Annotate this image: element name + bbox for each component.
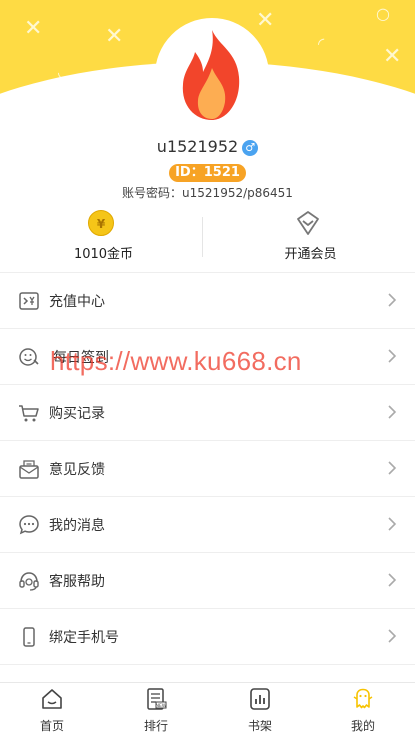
bookshelf-icon [250, 688, 270, 710]
vip-stat[interactable]: 开通会员 [207, 205, 414, 265]
menu-label: 绑定手机号 [49, 630, 119, 646]
tab-home[interactable]: 首页 [0, 683, 104, 736]
chevron-right-icon [388, 517, 397, 531]
message-icon [19, 515, 39, 535]
coin-icon: ¥ [88, 210, 114, 236]
home-icon [42, 689, 62, 709]
menu-label: 我的消息 [49, 518, 105, 534]
menu-item-bind-phone[interactable]: 绑定手机号 [0, 609, 415, 665]
headset-icon [19, 572, 39, 591]
chevron-right-icon [388, 573, 397, 587]
chevron-right-icon [388, 629, 397, 643]
bottom-tab-bar: 首页 NEW 排行 书架 我的 [0, 682, 415, 736]
coins-label: 1010金币 [73, 247, 134, 262]
chevron-right-icon [388, 461, 397, 475]
vip-label: 开通会员 [284, 247, 337, 262]
tab-label: 首页 [39, 719, 64, 733]
recharge-icon [19, 292, 39, 310]
mine-icon [353, 688, 373, 709]
account-password-text: 账号密码：u1521952/p86451 [122, 186, 293, 200]
menu-label: 购买记录 [49, 406, 105, 422]
feedback-icon [19, 460, 39, 479]
ranking-icon: NEW [147, 688, 167, 710]
tab-mine[interactable]: 我的 [311, 683, 415, 736]
menu-item-customer-service[interactable]: 客服帮助 [0, 553, 415, 609]
tab-label: 我的 [350, 719, 375, 733]
decor-x: ✕ [256, 8, 275, 33]
checkin-icon [19, 348, 39, 366]
username-row: u1521952 ♂ [0, 137, 415, 156]
flame-icon [159, 22, 265, 128]
user-id-badge: ID：1521 [169, 164, 246, 182]
menu-label: 意见反馈 [49, 462, 105, 478]
stats-row: ¥ 1010金币 开通会员 [0, 205, 415, 265]
menu-label: 充值中心 [49, 294, 105, 310]
diamond-icon [297, 211, 319, 235]
coins-stat[interactable]: ¥ 1010金币 [0, 205, 207, 265]
decor-x: ✕ [24, 16, 43, 41]
watermark-text: https://www.ku668.cn [50, 346, 302, 376]
svg-text:NEW: NEW [156, 703, 167, 709]
decor-arc: ◜ [318, 34, 325, 53]
menu-list: 充值中心 每日签到 购买记录 意见反馈 我的消息 客服帮助 绑定手机号 [0, 272, 415, 665]
phone-icon [23, 627, 35, 647]
tab-label: 排行 [143, 719, 168, 733]
tab-bookshelf[interactable]: 书架 [208, 683, 312, 736]
decor-dot: ○ [376, 4, 390, 23]
menu-item-messages[interactable]: 我的消息 [0, 497, 415, 553]
avatar[interactable] [155, 18, 269, 132]
cart-icon [19, 405, 39, 422]
decor-x: ✕ [383, 44, 402, 69]
menu-item-feedback[interactable]: 意见反馈 [0, 441, 415, 497]
decor-x: ✕ [105, 24, 124, 49]
chevron-right-icon [388, 293, 397, 307]
stats-divider [202, 217, 203, 257]
username: u1521952 [156, 137, 239, 156]
menu-item-recharge[interactable]: 充值中心 [0, 272, 415, 329]
chevron-right-icon [388, 349, 397, 363]
chevron-right-icon [388, 405, 397, 419]
tab-label: 书架 [247, 719, 272, 733]
menu-label: 客服帮助 [49, 574, 105, 590]
menu-item-purchase-history[interactable]: 购买记录 [0, 385, 415, 441]
tab-ranking[interactable]: NEW 排行 [104, 683, 208, 736]
male-gender-icon: ♂ [242, 140, 259, 156]
